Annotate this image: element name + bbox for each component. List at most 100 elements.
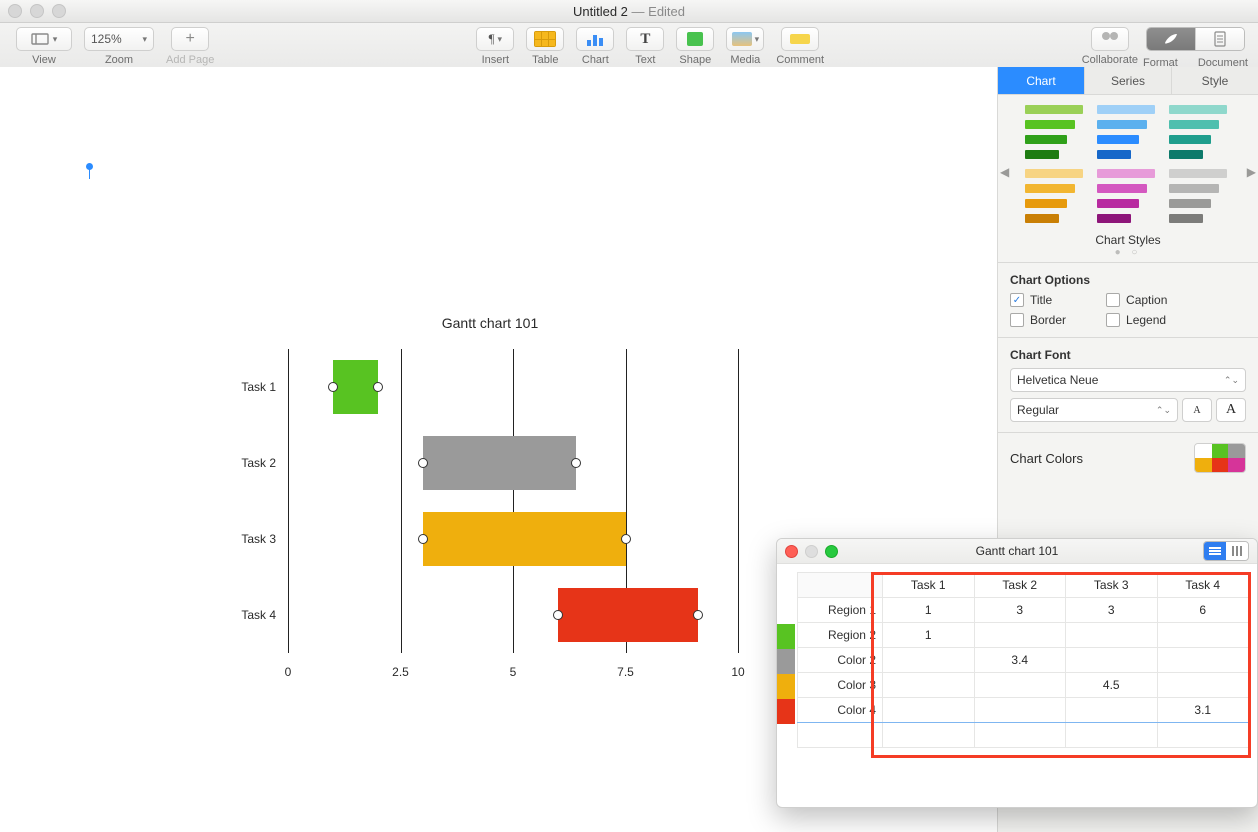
data-cell[interactable] bbox=[883, 648, 975, 673]
titlebar: Untitled 2 — Edited bbox=[0, 0, 1258, 23]
chart-title[interactable]: Gantt chart 101 bbox=[230, 315, 750, 331]
table-row[interactable] bbox=[798, 723, 1249, 748]
column-view-button[interactable] bbox=[1226, 542, 1248, 560]
view-group: ▾ View bbox=[16, 27, 72, 66]
table-row[interactable]: Color 4 3.1 bbox=[798, 698, 1249, 723]
legend-checkbox[interactable]: Legend bbox=[1106, 313, 1167, 327]
data-cell[interactable] bbox=[883, 698, 975, 723]
col-header[interactable]: Task 1 bbox=[883, 573, 975, 598]
chart-style-thumb[interactable] bbox=[1169, 105, 1231, 159]
tab-chart[interactable]: Chart bbox=[998, 67, 1085, 95]
series-color-chip[interactable] bbox=[777, 699, 795, 724]
col-header[interactable]: Task 4 bbox=[1157, 573, 1249, 598]
next-styles-icon[interactable]: ▶ bbox=[1247, 165, 1256, 179]
chart-style-thumb[interactable] bbox=[1169, 169, 1231, 223]
row-header[interactable]: Color 3 bbox=[798, 673, 883, 698]
data-cell[interactable] bbox=[883, 673, 975, 698]
data-cell[interactable] bbox=[1157, 673, 1249, 698]
close-window-icon[interactable] bbox=[8, 4, 22, 18]
row-view-button[interactable] bbox=[1204, 542, 1226, 560]
data-table[interactable]: Task 1Task 2Task 3Task 4Region 11336Regi… bbox=[797, 572, 1249, 748]
table-row[interactable]: Region 21 bbox=[798, 623, 1249, 648]
bar-task-4[interactable] bbox=[558, 588, 698, 642]
page-dots[interactable]: ● ○ bbox=[1004, 247, 1252, 258]
bar-task-2[interactable] bbox=[423, 436, 576, 490]
tab-style[interactable]: Style bbox=[1172, 67, 1258, 95]
border-checkbox[interactable]: Border bbox=[1010, 313, 1066, 327]
title-checkbox[interactable]: ✓Title bbox=[1010, 293, 1066, 307]
table-row[interactable]: Region 11336 bbox=[798, 598, 1249, 623]
data-cell[interactable] bbox=[1066, 648, 1158, 673]
row-header[interactable]: Color 4 bbox=[798, 698, 883, 723]
data-cell[interactable]: 3 bbox=[974, 598, 1066, 623]
row-header[interactable]: Color 2 bbox=[798, 648, 883, 673]
series-color-chip[interactable] bbox=[777, 649, 795, 674]
chart-style-thumb[interactable] bbox=[1025, 169, 1087, 223]
data-editor-window-controls[interactable] bbox=[785, 545, 838, 558]
bar-handle[interactable] bbox=[571, 458, 581, 468]
bar-task-1[interactable] bbox=[333, 360, 378, 414]
window-controls[interactable] bbox=[8, 4, 66, 18]
data-cell[interactable] bbox=[974, 698, 1066, 723]
caption-checkbox[interactable]: Caption bbox=[1106, 293, 1167, 307]
bar-handle[interactable] bbox=[693, 610, 703, 620]
media-button[interactable]: ▾ bbox=[726, 27, 764, 51]
data-cell[interactable]: 3 bbox=[1066, 598, 1158, 623]
chart-button[interactable] bbox=[576, 27, 614, 51]
chart-style-thumb[interactable] bbox=[1097, 105, 1159, 159]
table-row[interactable]: Color 2 3.4 bbox=[798, 648, 1249, 673]
data-cell[interactable]: 3.4 bbox=[974, 648, 1066, 673]
shape-button[interactable] bbox=[676, 27, 714, 51]
bar-task-3[interactable] bbox=[423, 512, 626, 566]
fullscreen-window-icon[interactable] bbox=[52, 4, 66, 18]
font-smaller-button[interactable]: A bbox=[1182, 398, 1212, 422]
table-row[interactable]: Color 3 4.5 bbox=[798, 673, 1249, 698]
tab-series[interactable]: Series bbox=[1085, 67, 1172, 95]
data-cell[interactable] bbox=[1066, 623, 1158, 648]
table-button[interactable] bbox=[526, 27, 564, 51]
view-button[interactable]: ▾ bbox=[16, 27, 72, 51]
bar-handle[interactable] bbox=[373, 382, 383, 392]
row-header[interactable]: Region 2 bbox=[798, 623, 883, 648]
insert-button[interactable]: ¶▾ bbox=[476, 27, 514, 51]
data-cell[interactable] bbox=[1157, 648, 1249, 673]
chart-style-thumb[interactable] bbox=[1025, 105, 1087, 159]
close-icon[interactable] bbox=[785, 545, 798, 558]
data-cell[interactable]: 1 bbox=[883, 623, 975, 648]
font-larger-button[interactable]: A bbox=[1216, 398, 1246, 422]
minimize-icon[interactable] bbox=[805, 545, 818, 558]
document-button[interactable] bbox=[1196, 28, 1244, 50]
data-cell[interactable] bbox=[974, 623, 1066, 648]
zoom-select[interactable]: 125% ▾ bbox=[84, 27, 154, 51]
data-cell[interactable]: 3.1 bbox=[1157, 698, 1249, 723]
add-page-button[interactable]: + bbox=[171, 27, 209, 51]
row-header[interactable]: Region 1 bbox=[798, 598, 883, 623]
chart-style-thumb[interactable] bbox=[1097, 169, 1159, 223]
zoom-window-icon[interactable] bbox=[825, 545, 838, 558]
font-weight-select[interactable]: Regular⌃⌄ bbox=[1010, 398, 1178, 422]
chart-colors-button[interactable] bbox=[1194, 443, 1246, 473]
minimize-window-icon[interactable] bbox=[30, 4, 44, 18]
prev-styles-icon[interactable]: ◀ bbox=[1000, 165, 1009, 179]
format-button[interactable] bbox=[1147, 28, 1196, 50]
bar-handle[interactable] bbox=[621, 534, 631, 544]
comment-button[interactable] bbox=[781, 27, 819, 51]
col-header[interactable]: Task 2 bbox=[974, 573, 1066, 598]
bar-handle[interactable] bbox=[418, 534, 428, 544]
text-button[interactable]: T bbox=[626, 27, 664, 51]
series-color-chip[interactable] bbox=[777, 624, 795, 649]
bar-handle[interactable] bbox=[328, 382, 338, 392]
data-cell[interactable]: 1 bbox=[883, 598, 975, 623]
bar-handle[interactable] bbox=[418, 458, 428, 468]
data-cell[interactable]: 6 bbox=[1157, 598, 1249, 623]
data-cell[interactable] bbox=[974, 673, 1066, 698]
data-cell[interactable] bbox=[1157, 623, 1249, 648]
collaborate-button[interactable] bbox=[1091, 27, 1129, 51]
data-cell[interactable]: 4.5 bbox=[1066, 673, 1158, 698]
chart-data-editor[interactable]: Gantt chart 101 Task 1Task 2Task 3Task 4… bbox=[776, 538, 1258, 808]
data-cell[interactable] bbox=[1066, 698, 1158, 723]
font-family-select[interactable]: Helvetica Neue⌃⌄ bbox=[1010, 368, 1246, 392]
bar-handle[interactable] bbox=[553, 610, 563, 620]
series-color-chip[interactable] bbox=[777, 674, 795, 699]
col-header[interactable]: Task 3 bbox=[1066, 573, 1158, 598]
